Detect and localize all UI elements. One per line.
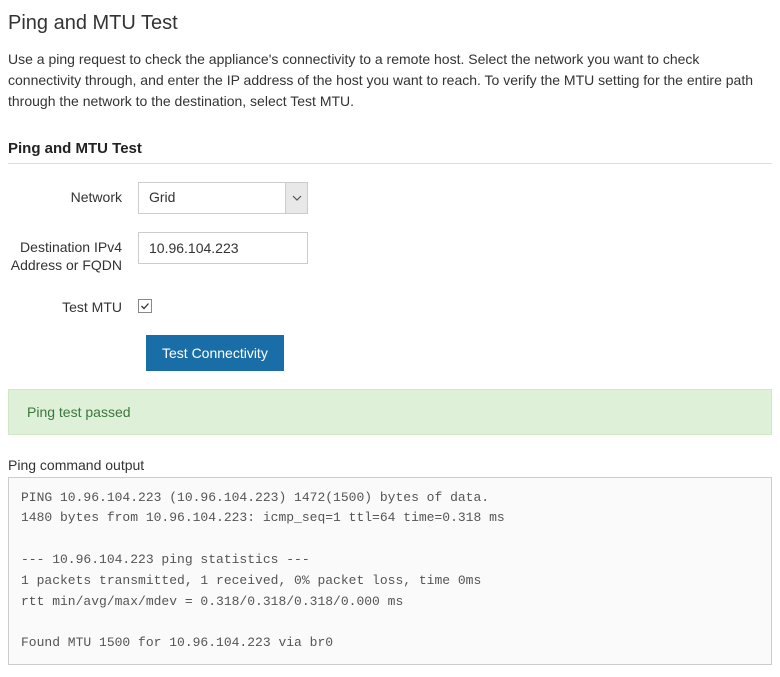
network-label: Network <box>8 182 138 206</box>
page-description: Use a ping request to check the applianc… <box>8 49 772 112</box>
page-title: Ping and MTU Test <box>8 12 772 35</box>
destination-row: Destination IPv4 Address or FQDN <box>8 232 772 274</box>
status-alert: Ping test passed <box>8 389 772 435</box>
test-mtu-label: Test MTU <box>8 292 138 316</box>
test-connectivity-button[interactable]: Test Connectivity <box>146 335 284 371</box>
output-label: Ping command output <box>8 457 772 473</box>
chevron-down-icon <box>285 183 307 213</box>
test-mtu-checkbox[interactable] <box>138 299 152 313</box>
test-mtu-row: Test MTU <box>8 292 772 316</box>
network-select-value: Grid <box>139 183 285 213</box>
ping-output: PING 10.96.104.223 (10.96.104.223) 1472(… <box>8 477 772 665</box>
network-row: Network Grid <box>8 182 772 214</box>
destination-label: Destination IPv4 Address or FQDN <box>8 232 138 274</box>
network-select[interactable]: Grid <box>138 182 308 214</box>
section-header: Ping and MTU Test <box>8 140 772 164</box>
destination-input[interactable] <box>138 232 308 264</box>
check-icon <box>140 301 150 311</box>
